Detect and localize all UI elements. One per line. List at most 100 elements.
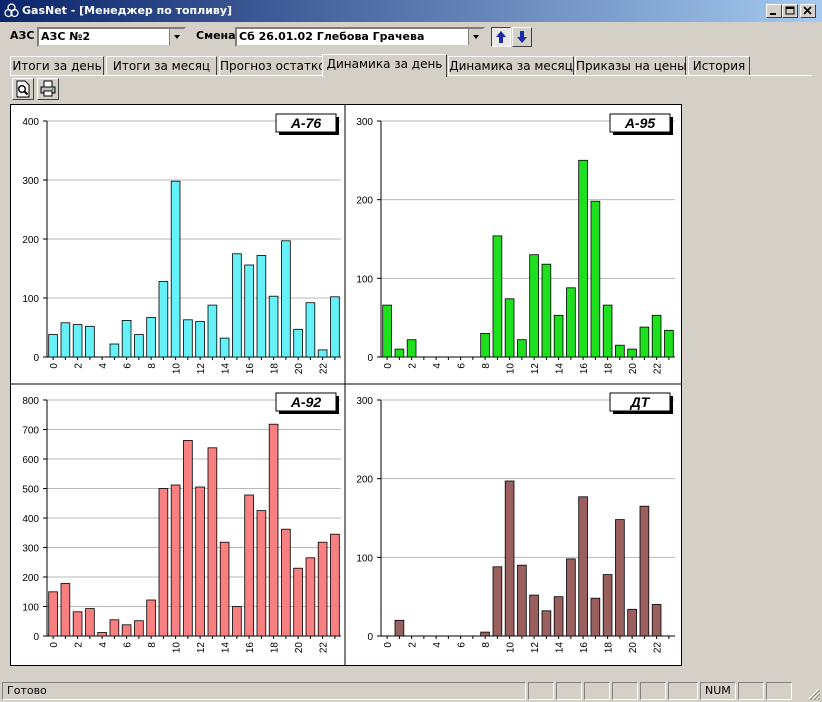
tab-label: Прогноз остатков [220,59,333,73]
bar [305,557,316,637]
bar [305,302,316,358]
x-tick-label: 22 [653,363,664,375]
bar [134,620,144,637]
y-tick-label: 300 [22,544,39,555]
bar [158,488,169,637]
status-pane-empty [584,682,610,700]
chart-а-92: 0 100 200 300 400 500 600 700 800 0 2 4 6 8 10 12 14 16 18… [22,392,341,654]
x-tick-label: 18 [604,363,615,375]
bar [394,348,405,358]
x-tick-label: 8 [481,642,492,648]
tab-label: Динамика за день [326,57,443,71]
bar [627,608,637,637]
station-select[interactable]: АЗС №2 [37,27,186,47]
bar [256,255,267,358]
chart-title-box: А-76 [275,113,339,135]
gasnet-app-icon [4,3,19,18]
y-tick-label: 300 [356,117,373,128]
x-tick-label: 2 [74,363,85,369]
x-tick-label: 20 [628,363,639,375]
tab-monthly-dynamics[interactable]: Динамика за месяц [448,56,574,76]
y-tick-label: 300 [356,396,373,407]
bar [293,567,303,637]
x-tick-label: 10 [172,363,183,375]
bar [256,510,267,637]
bar [578,496,588,637]
tab-daily-totals[interactable]: Итоги за день [10,56,104,76]
chevron-down-icon[interactable] [169,29,184,45]
bar [146,317,156,358]
resize-grip-icon[interactable] [806,686,820,700]
bar [97,632,107,637]
next-shift-button[interactable] [512,27,532,47]
tab-label: Итоги за день [12,59,102,73]
chart-дт: 0 100 200 300 0 2 4 6 8 10 12 14 16 18 20 22 ДТ [356,392,675,654]
chevron-down-icon[interactable] [468,29,483,45]
bar [504,298,515,358]
x-tick-label: 6 [123,642,134,648]
status-bar: Готово NUM [0,680,822,702]
x-tick-label: 12 [196,642,207,654]
tab-monthly-totals[interactable]: Итоги за месяц [106,56,217,76]
tab-stock-forecast[interactable]: Прогноз остатков [219,56,333,76]
x-tick-label: 10 [172,642,183,654]
x-tick-label: 8 [147,363,158,369]
bar [541,610,552,637]
x-tick-label: 14 [555,363,566,375]
bar [219,337,230,358]
bar [394,619,405,637]
minimize-button[interactable] [766,4,782,18]
bar [72,611,83,637]
x-tick-label: 20 [628,642,639,654]
station-label: АЗС [10,29,35,42]
x-tick-label: 4 [432,363,443,369]
x-tick-label: 0 [49,363,60,369]
y-tick-label: 100 [22,294,39,305]
bar [517,339,527,358]
bar [244,264,254,358]
bar [121,624,132,637]
x-tick-label: 0 [383,363,394,369]
bar [60,583,71,637]
fuel-dynamics-charts: 01002003004000 2 4 6 8 10 12 14 16 18 20 22А-760100… [11,105,681,665]
chart-title-box: ДТ [609,392,673,414]
print-preview-icon [16,80,30,98]
x-tick-label: 16 [579,642,590,654]
tab-history[interactable]: История [688,56,750,76]
x-tick-label: 2 [74,642,85,648]
close-button[interactable] [800,4,816,18]
charts-panel: 0 100 200 300 400 0 2 4 6 8 10 12 14 16 18 20 22 А-76 0 100… [10,104,682,666]
bar [602,304,613,358]
chart-а-95: 0 100 200 300 0 2 4 6 8 10 12 14 16 18 20 22 А-95 [356,113,675,375]
shift-select[interactable]: Сб 26.01.02 Глебова Грачева [235,27,485,47]
maximize-button[interactable] [782,4,798,18]
bar [195,486,205,637]
x-tick-label: 16 [245,642,256,654]
y-tick-label: 100 [356,274,373,285]
bar [553,596,564,637]
print-preview-button[interactable] [12,78,34,100]
bar [541,263,552,358]
bar [615,519,625,637]
y-tick-label: 800 [22,396,39,407]
bar [517,564,527,637]
bar [207,447,218,637]
x-tick-label: 14 [221,642,232,654]
bar [639,326,650,358]
print-button[interactable] [37,78,59,100]
status-pane-empty [668,682,698,700]
previous-shift-button[interactable] [491,27,511,47]
chart-title: А-95 [624,115,656,131]
tab-daily-dynamics[interactable]: Динамика за день [322,54,447,77]
bar [529,594,539,637]
y-tick-label: 0 [33,353,39,364]
bar [48,591,58,637]
y-tick-label: 400 [22,514,39,525]
y-tick-label: 100 [22,603,39,614]
y-tick-label: 100 [356,553,373,564]
tab-price-orders[interactable]: Приказы на цены [575,56,687,76]
bar [232,253,242,358]
status-text: Готово [2,682,526,700]
x-tick-label: 4 [432,642,443,648]
bar [317,349,328,358]
